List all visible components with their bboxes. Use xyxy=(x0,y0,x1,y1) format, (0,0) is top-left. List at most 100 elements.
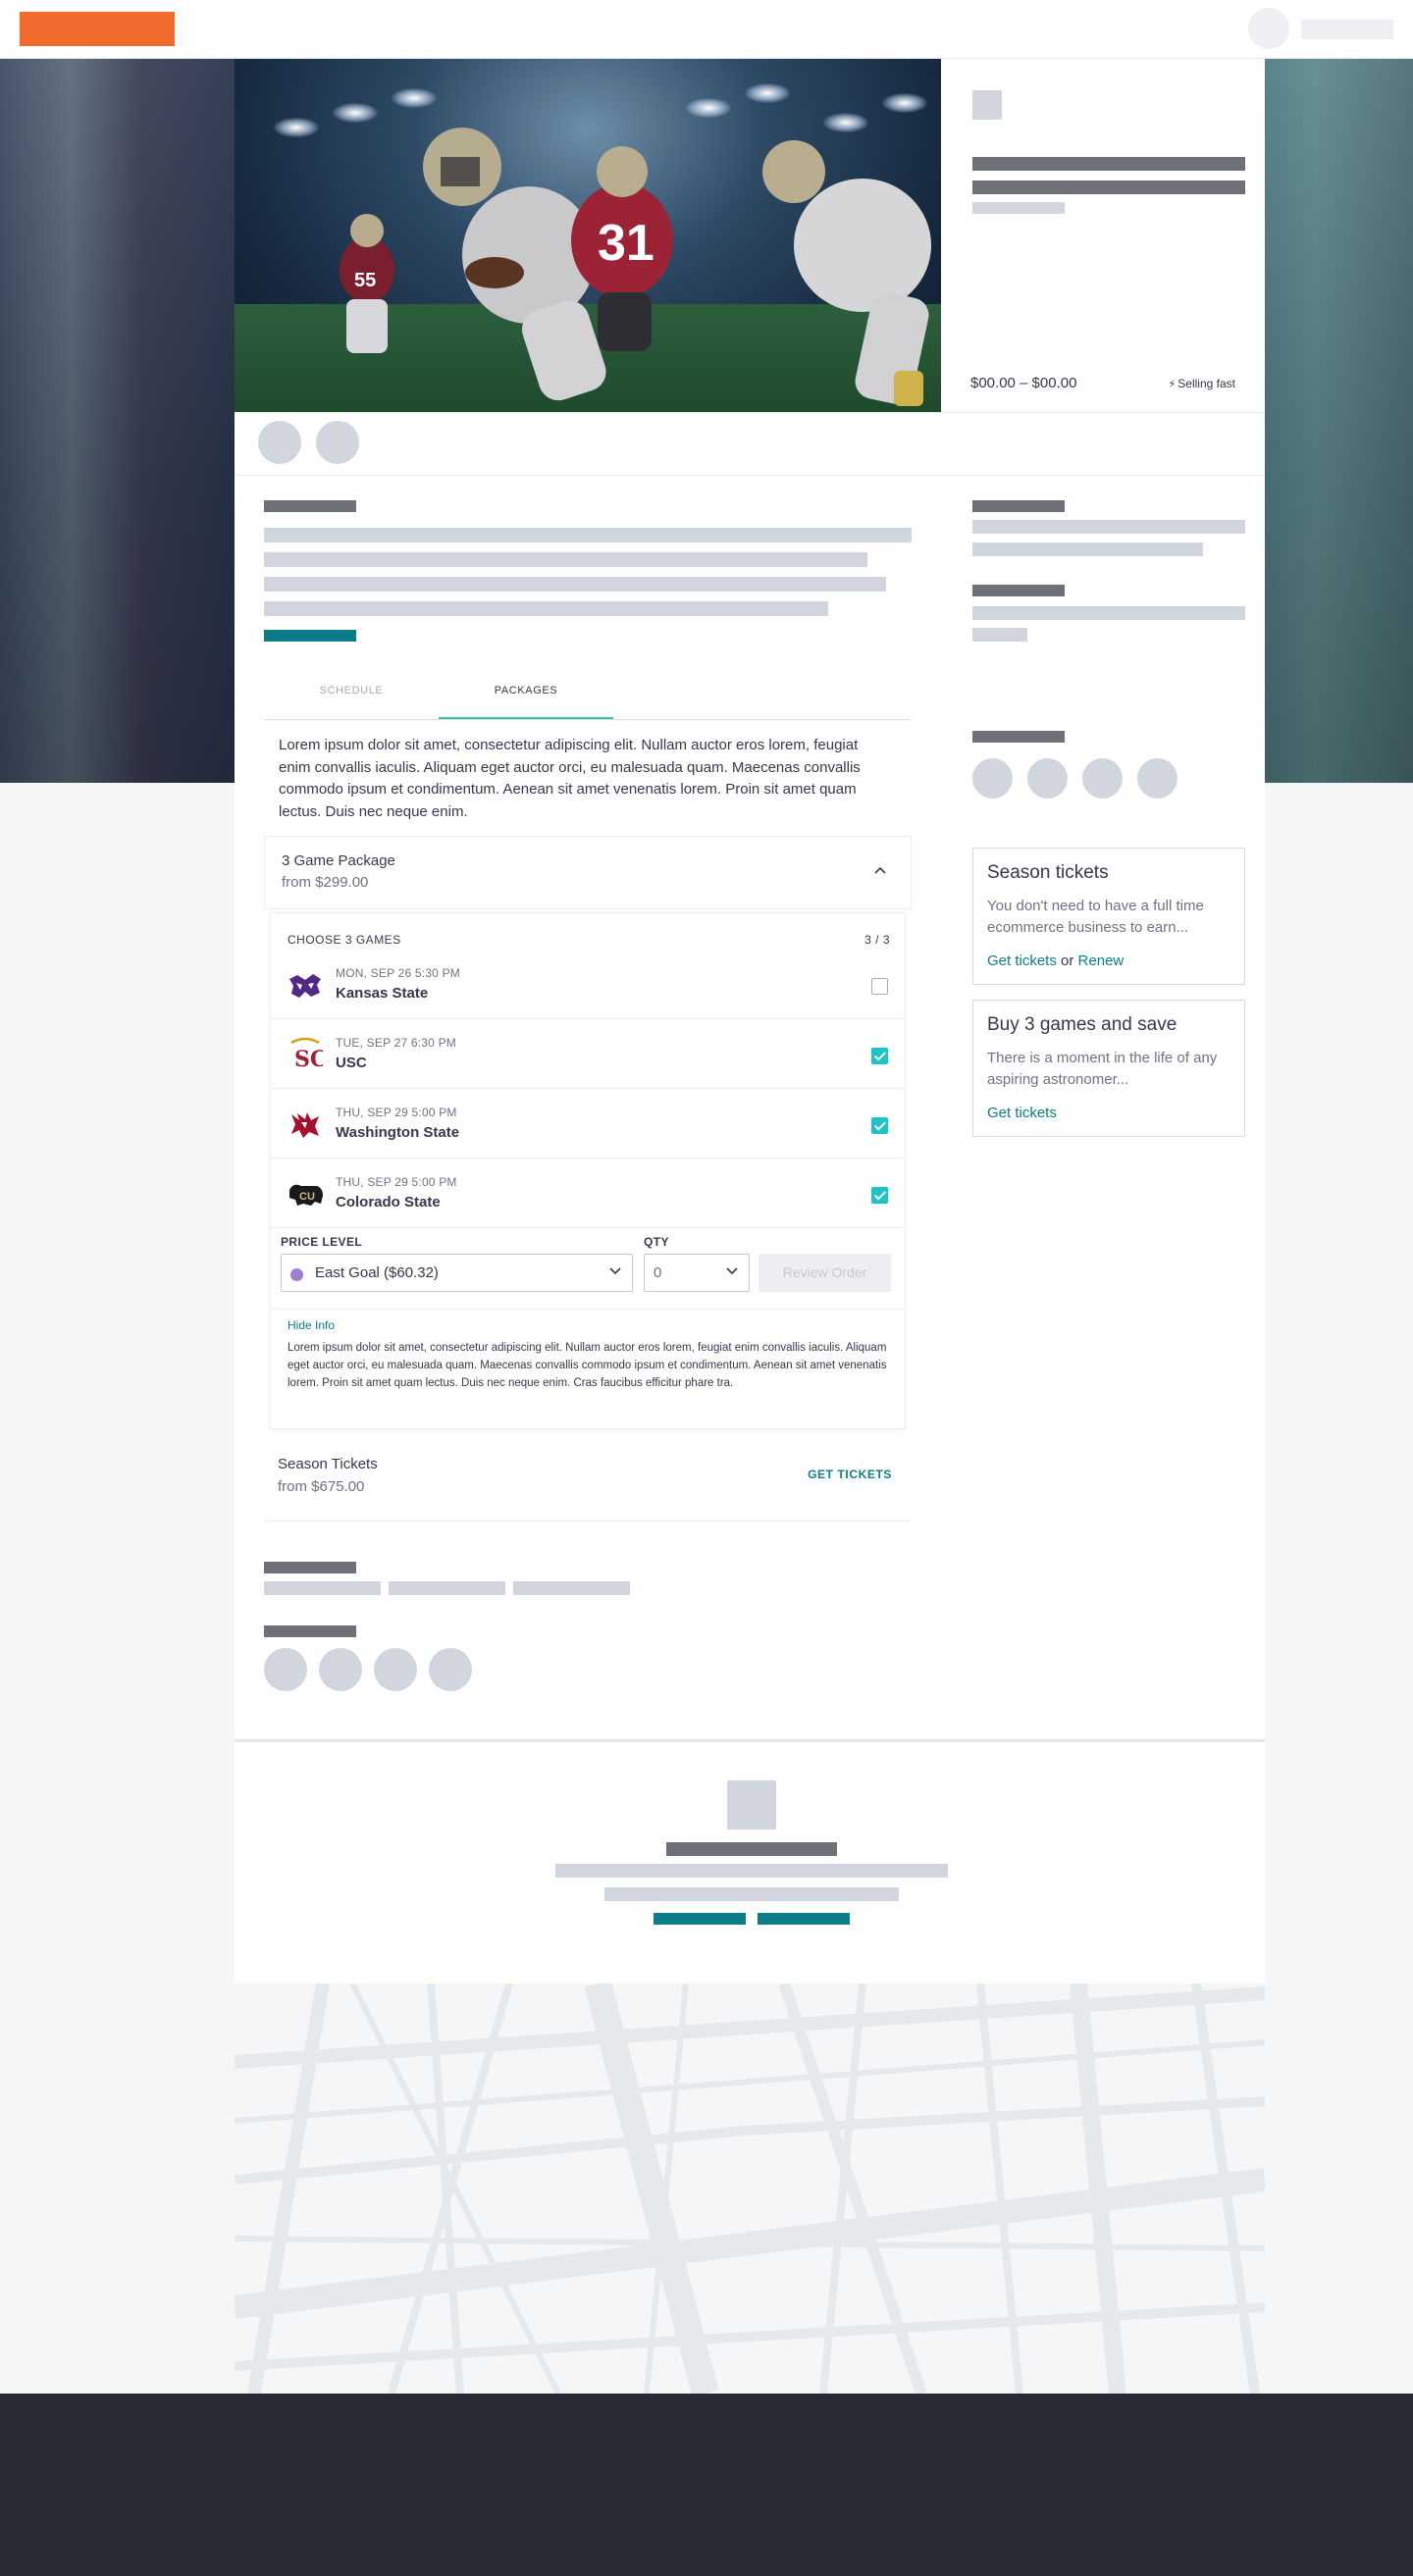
share-option-placeholder[interactable] xyxy=(264,1648,307,1691)
chevron-up-icon[interactable] xyxy=(873,862,887,880)
price-level-color-dot xyxy=(290,1268,303,1281)
tag-placeholder[interactable] xyxy=(264,1581,381,1595)
organizer-avatar-placeholder[interactable] xyxy=(1027,758,1068,799)
share-icon-placeholder[interactable] xyxy=(258,421,301,464)
card-actions: Get tickets xyxy=(987,1105,1057,1121)
kansas-state-wildcat-logo xyxy=(288,971,323,1001)
game-date: THU, SEP 29 5:00 PM xyxy=(336,1106,457,1119)
text-line-placeholder xyxy=(264,552,867,567)
game-team: USC xyxy=(336,1055,367,1071)
sidebar-heading-placeholder xyxy=(972,585,1065,596)
get-tickets-link[interactable]: Get tickets xyxy=(987,1105,1057,1121)
tag-placeholder[interactable] xyxy=(389,1581,505,1595)
sidebar-line-placeholder xyxy=(972,628,1027,642)
price-level-value: East Goal ($60.32) xyxy=(315,1264,439,1281)
svg-text:31: 31 xyxy=(598,215,654,272)
tab-schedule[interactable]: SCHEDULE xyxy=(264,685,439,696)
organizer-text-placeholder xyxy=(555,1864,948,1878)
qty-value: 0 xyxy=(654,1264,662,1281)
organizer-link-placeholder[interactable] xyxy=(758,1913,850,1925)
game-team: Kansas State xyxy=(336,985,429,1002)
selling-fast-label: Selling fast xyxy=(1178,377,1235,390)
choose-games-count: 3 / 3 xyxy=(864,933,890,947)
section-heading-placeholder xyxy=(264,500,356,512)
svg-text:SC: SC xyxy=(294,1047,323,1070)
colorado-buffalo-logo: CU xyxy=(288,1180,323,1210)
review-order-button[interactable]: Review Order xyxy=(759,1254,891,1292)
or-separator: or xyxy=(1061,953,1074,969)
game-checkbox[interactable] xyxy=(871,978,888,995)
share-option-placeholder[interactable] xyxy=(429,1648,472,1691)
card-description: There is a moment in the life of any asp… xyxy=(987,1050,1218,1088)
sidebar-line-placeholder xyxy=(972,542,1203,556)
choose-games-label: CHOOSE 3 GAMES xyxy=(288,933,401,947)
tag-placeholder[interactable] xyxy=(513,1581,630,1595)
qty-select[interactable]: 0 xyxy=(644,1254,750,1292)
share-option-placeholder[interactable] xyxy=(374,1648,417,1691)
game-date: MON, SEP 26 5:30 PM xyxy=(336,966,460,980)
game-row[interactable]: CU THU, SEP 29 5:00 PM Colorado State xyxy=(271,1159,905,1228)
price-level-label: PRICE LEVEL xyxy=(281,1235,363,1249)
event-title-placeholder-2 xyxy=(972,180,1245,194)
sidebar-heading-placeholder xyxy=(972,731,1065,743)
package-header[interactable]: 3 Game Package from $299.00 xyxy=(264,836,912,909)
organizer-avatar-placeholder[interactable] xyxy=(1082,758,1123,799)
selling-fast-badge: ⚡︎ Selling fast xyxy=(1169,377,1235,390)
package-title: 3 Game Package xyxy=(282,852,395,869)
renew-link[interactable]: Renew xyxy=(1078,953,1125,969)
user-avatar-placeholder[interactable] xyxy=(1248,8,1289,49)
card-description: You don't need to have a full time ecomm… xyxy=(987,898,1204,936)
game-date: THU, SEP 29 5:00 PM xyxy=(336,1175,457,1189)
buy-3-games-card: Buy 3 games and save There is a moment i… xyxy=(972,1000,1245,1137)
price-level-select[interactable]: East Goal ($60.32) xyxy=(281,1254,633,1292)
section-divider xyxy=(235,1739,1265,1742)
section-heading-placeholder xyxy=(264,1625,356,1637)
user-name-placeholder[interactable] xyxy=(1301,20,1393,39)
read-more-link-placeholder[interactable] xyxy=(264,630,356,642)
event-page: 55 31 $00.00 – $00.00 ⚡︎ Selling fast SC… xyxy=(235,59,1265,1984)
organizer-link-placeholder[interactable] xyxy=(654,1913,746,1925)
brand-logo-placeholder[interactable] xyxy=(20,12,175,46)
season-tickets-row[interactable]: Season Tickets from $675.00 GET TICKETS xyxy=(264,1442,912,1521)
tab-bar-divider xyxy=(264,719,912,720)
sidebar-line-placeholder xyxy=(972,606,1245,620)
package-price: from $299.00 xyxy=(282,874,369,891)
svg-text:55: 55 xyxy=(354,270,376,291)
chevron-down-icon xyxy=(725,1263,739,1279)
game-checkbox-checked[interactable] xyxy=(871,1117,888,1134)
hero-image-football-players: 55 31 xyxy=(235,59,941,412)
top-navigation-bar xyxy=(0,0,1413,59)
like-icon-placeholder[interactable] xyxy=(316,421,359,464)
get-tickets-link[interactable]: Get tickets xyxy=(987,953,1057,969)
package-info-text: Lorem ipsum dolor sit amet, consectetur … xyxy=(288,1342,887,1389)
active-tab-indicator xyxy=(439,717,613,719)
game-team: Washington State xyxy=(336,1124,460,1141)
game-checkbox-checked[interactable] xyxy=(871,1048,888,1064)
event-subtitle-placeholder xyxy=(972,202,1065,214)
venue-map[interactable] xyxy=(235,1984,1265,2394)
organizer-text-placeholder xyxy=(604,1887,899,1901)
organizer-avatar-placeholder[interactable] xyxy=(1137,758,1178,799)
organizer-name-placeholder xyxy=(666,1842,837,1856)
divider xyxy=(235,412,1265,413)
sidebar-heading-placeholder xyxy=(972,500,1065,512)
usc-trojans-logo: SC xyxy=(288,1037,327,1072)
text-line-placeholder xyxy=(264,601,828,616)
package-details: CHOOSE 3 GAMES 3 / 3 MON, SEP 26 5:30 PM… xyxy=(270,912,906,1429)
game-checkbox-checked[interactable] xyxy=(871,1187,888,1204)
hide-info-link[interactable]: Hide Info xyxy=(288,1318,335,1332)
date-badge-placeholder xyxy=(972,90,1002,120)
tab-packages[interactable]: PACKAGES xyxy=(439,685,613,696)
card-title: Season tickets xyxy=(987,862,1109,883)
organizer-avatar-placeholder[interactable] xyxy=(972,758,1013,799)
packages-intro-text: Lorem ipsum dolor sit amet, consectetur … xyxy=(279,737,861,820)
game-row[interactable]: MON, SEP 26 5:30 PM Kansas State xyxy=(271,950,905,1019)
washington-state-cougar-logo xyxy=(288,1110,323,1140)
game-row[interactable]: THU, SEP 29 5:00 PM Washington State xyxy=(271,1089,905,1159)
share-option-placeholder[interactable] xyxy=(319,1648,362,1691)
game-team: Colorado State xyxy=(336,1194,441,1211)
get-tickets-button[interactable]: GET TICKETS xyxy=(808,1468,892,1481)
sidebar-line-placeholder xyxy=(972,520,1245,534)
qty-label: QTY xyxy=(644,1235,669,1249)
game-row[interactable]: SC TUE, SEP 27 6:30 PM USC xyxy=(271,1019,905,1089)
